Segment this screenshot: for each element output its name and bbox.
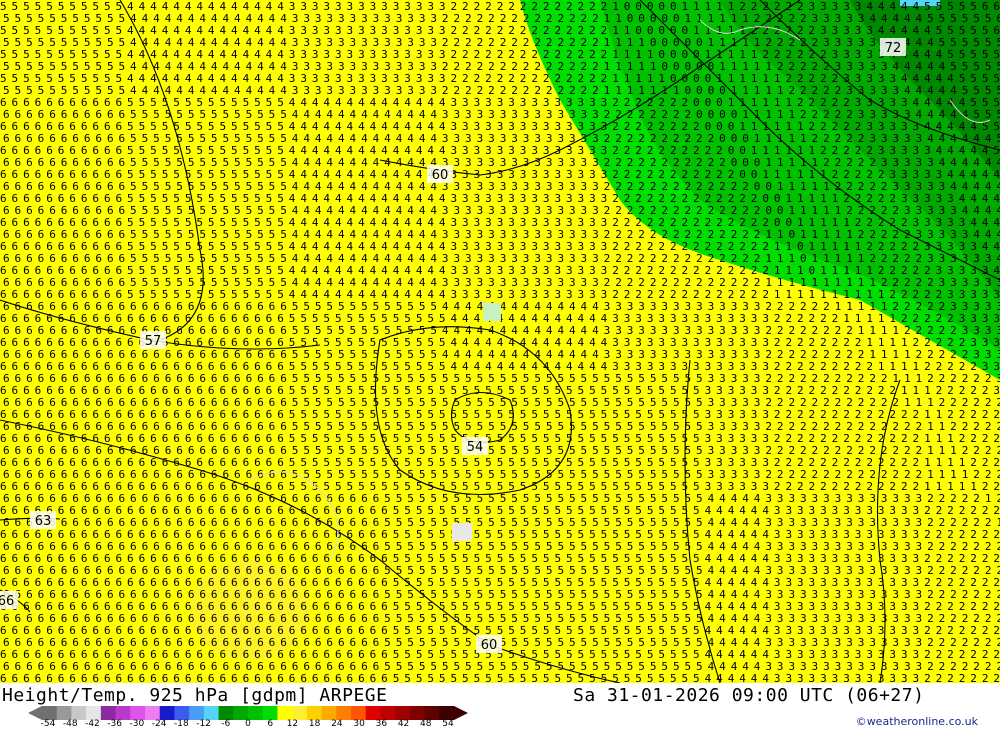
- scale-swatch: [439, 706, 455, 720]
- map-footer: Height/Temp. 925 hPa [gdpm] ARPEGE Sa 31…: [0, 683, 1000, 733]
- contour-label: 60: [427, 165, 453, 183]
- scale-swatch: [395, 706, 411, 720]
- city-marker: [483, 303, 501, 321]
- scale-swatch: [203, 706, 220, 720]
- scale-swatch: [409, 706, 426, 720]
- svg-text:60: 60: [481, 638, 498, 653]
- scale-swatch: [365, 706, 381, 720]
- scale-tick-label: -18: [173, 719, 189, 729]
- scale-swatch: [248, 706, 264, 720]
- city-marker: [452, 523, 472, 541]
- scale-tick-label: 54: [442, 719, 454, 729]
- scale-tick-label: -24: [151, 719, 167, 729]
- scale-swatch: [292, 706, 308, 720]
- scale-swatch: [100, 706, 117, 720]
- scale-swatch: [189, 706, 205, 720]
- map-title: Height/Temp. 925 hPa [gdpm] ARPEGE: [2, 685, 388, 706]
- scale-tick-label: -12: [196, 719, 211, 729]
- scale-tick-label: -36: [107, 719, 123, 729]
- scale-swatch: [174, 706, 190, 720]
- scale-swatch: [56, 706, 72, 720]
- map-area: 5555555555544444444444444333333333333332…: [0, 0, 1000, 683]
- map-canvas: 5555555555544444444444444333333333333332…: [0, 0, 1000, 683]
- contour-label: 66: [0, 591, 18, 609]
- scale-tick-label: 42: [397, 719, 410, 729]
- scale-swatch: [351, 706, 367, 720]
- scale-tick-label: -42: [85, 719, 100, 729]
- scale-swatch: [86, 706, 102, 720]
- svg-text:63: 63: [35, 514, 52, 529]
- scale-swatch: [306, 706, 323, 720]
- scale-tick-label: -6: [221, 719, 231, 729]
- contour-label: 57: [140, 331, 166, 349]
- scale-tick-label: 36: [375, 719, 388, 729]
- scale-swatch: [277, 706, 293, 720]
- scale-arrow-right: [454, 706, 468, 720]
- svg-text:66: 66: [0, 594, 14, 609]
- scale-swatch: [321, 706, 337, 720]
- svg-text:54: 54: [467, 440, 484, 455]
- scale-swatch: [130, 706, 146, 720]
- color-scale-bar: [28, 706, 468, 720]
- scale-swatch: [71, 706, 87, 720]
- scale-tick-label: -48: [62, 719, 78, 729]
- contour-label: 63: [30, 511, 56, 529]
- scale-swatch: [218, 706, 234, 720]
- svg-text:57: 57: [145, 334, 162, 349]
- contour-label: 72: [880, 38, 906, 56]
- scale-tick-label: 12: [286, 719, 299, 729]
- scale-swatch: [145, 706, 161, 720]
- color-scale: -54 -48 -42 -36 -30 -24 -18 -12 -6 0 6 12 18 24 30 36 42…: [28, 705, 468, 731]
- scale-swatch: [115, 706, 131, 720]
- scale-swatch: [424, 706, 440, 720]
- svg-text:72: 72: [885, 41, 902, 56]
- valid-time: Sa 31-01-2026 09:00 UTC (06+27): [573, 685, 925, 706]
- scale-tick-label: 48: [420, 719, 432, 729]
- credit-link[interactable]: ©weatheronline.co.uk: [856, 715, 978, 728]
- scale-tick-label: 18: [308, 719, 321, 729]
- scale-swatch: [159, 706, 175, 720]
- scale-swatch: [233, 706, 249, 720]
- svg-text:60: 60: [432, 168, 449, 183]
- scale-swatch: [336, 706, 352, 720]
- scale-swatch: [262, 706, 278, 720]
- scale-swatch: [380, 706, 396, 720]
- contour-label: 54: [462, 437, 488, 455]
- scale-tick-label: -54: [40, 719, 56, 729]
- scale-swatch: [42, 706, 58, 720]
- scale-arrow-left: [28, 706, 42, 720]
- scale-tick-label: 24: [331, 719, 343, 729]
- scale-tick-label: 30: [353, 719, 365, 729]
- contour-label: 60: [476, 635, 502, 653]
- scale-tick-label: 0: [245, 719, 251, 729]
- scale-tick-label: -30: [129, 719, 145, 729]
- scale-tick-label: 6: [267, 719, 274, 729]
